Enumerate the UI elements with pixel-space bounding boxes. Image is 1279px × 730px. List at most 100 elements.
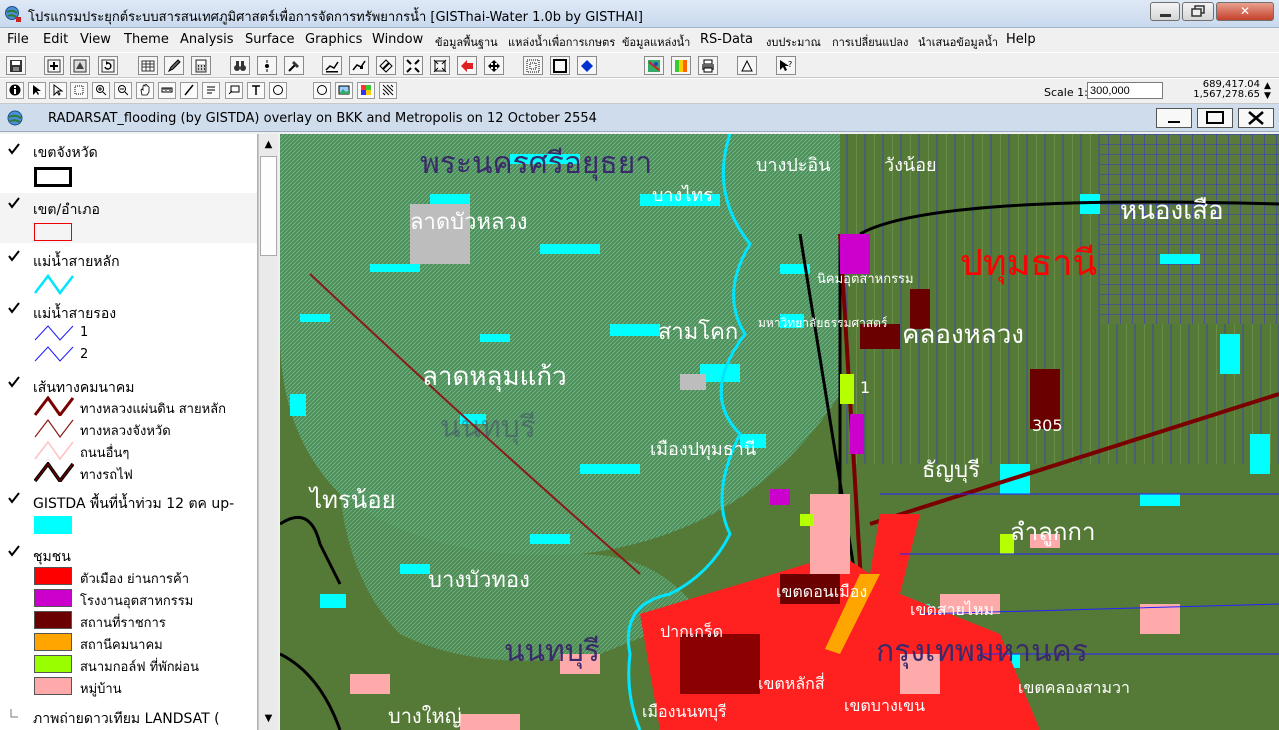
print-button[interactable] — [698, 56, 718, 75]
ellipse-icon — [317, 85, 327, 95]
help-pointer-button[interactable]: ? — [776, 56, 796, 75]
doc-minimize-button[interactable] — [1156, 108, 1192, 128]
hammer-button[interactable] — [284, 56, 304, 75]
map-view-button[interactable] — [644, 56, 664, 75]
draw-line-button[interactable] — [180, 82, 198, 99]
draw-circle-button[interactable] — [313, 82, 331, 99]
legend-layer-label: เขตจังหวัด — [33, 145, 98, 161]
other-road-swatch — [34, 440, 74, 460]
save-icon — [10, 60, 22, 72]
legend-layer-main-river[interactable]: แม่น้ำสายหลัก — [0, 248, 257, 298]
blue-diamond-button[interactable] — [577, 56, 597, 75]
menu-rs-data[interactable]: RS-Data — [700, 32, 753, 47]
close-button[interactable]: ✕ — [1216, 2, 1274, 21]
checkbox-checked-icon[interactable] — [8, 545, 20, 557]
checkbox-checked-icon[interactable] — [8, 197, 20, 209]
legend-layer-community[interactable]: ชุมชน ตัวเมือง ย่านการค้า โรงงานอุตสาหกร… — [0, 543, 257, 698]
back-button[interactable] — [457, 56, 477, 75]
zoom-fit-button[interactable] — [430, 56, 450, 75]
checkbox-checked-icon[interactable] — [8, 250, 20, 262]
menu-theme[interactable]: Theme — [124, 32, 169, 47]
image-button[interactable] — [335, 82, 353, 99]
checkbox-checked-icon[interactable] — [8, 376, 20, 388]
zoom-out-button[interactable] — [114, 82, 132, 99]
maximize-button[interactable] — [1182, 2, 1214, 21]
zoom-in-button[interactable] — [92, 82, 110, 99]
map-icon — [648, 60, 660, 72]
select-grid-button[interactable] — [523, 56, 543, 75]
pan-button[interactable] — [484, 56, 504, 75]
scroll-down-button[interactable]: ▼ — [260, 710, 277, 728]
save-button[interactable] — [6, 56, 26, 75]
callout-button[interactable] — [225, 82, 243, 99]
circle-button[interactable] — [269, 82, 287, 99]
edit-shape-2-button[interactable] — [349, 56, 369, 75]
measure-button[interactable] — [158, 82, 176, 99]
legend-layer-secondary-river[interactable]: แม่น้ำสายรอง 1 2 — [0, 300, 257, 366]
pointer-button[interactable] — [28, 82, 46, 99]
edit-shape-3-button[interactable] — [376, 56, 396, 75]
edit-tool-button[interactable] — [164, 56, 184, 75]
menu-graphics[interactable]: Graphics — [305, 32, 362, 47]
find-button[interactable] — [230, 56, 250, 75]
scroll-thumb[interactable] — [260, 156, 277, 256]
menu-basic-data[interactable]: ข้อมูลพื้นฐาน — [435, 33, 498, 51]
legend-layer-landsat[interactable]: ภาพถ่ายดาวเทียม LANDSAT ( — [0, 704, 257, 728]
menu-present-water[interactable]: นำเสนอข้อมูลน้ำ — [918, 33, 998, 51]
refresh-button[interactable] — [98, 56, 118, 75]
vertex-pointer-button[interactable] — [49, 82, 67, 99]
legend-item-label: หมู่บ้าน — [80, 682, 122, 697]
doc-close-button[interactable] — [1238, 108, 1274, 128]
label-button[interactable] — [202, 82, 220, 99]
select-rect-button[interactable] — [70, 82, 88, 99]
color-palette-button[interactable] — [671, 56, 691, 75]
crosshair-icon — [265, 60, 269, 72]
scroll-up-button[interactable]: ▲ — [260, 136, 277, 154]
map-canvas[interactable]: พระนครศรีอยุธยา บางปะอิน วังน้อย บางไทร … — [280, 134, 1279, 730]
menu-window[interactable]: Window — [372, 32, 423, 47]
text-button[interactable] — [247, 82, 265, 99]
menu-view[interactable]: View — [80, 32, 111, 47]
menu-help[interactable]: Help — [1006, 32, 1036, 47]
info-button[interactable] — [6, 82, 24, 99]
doc-maximize-button[interactable] — [1197, 108, 1233, 128]
pattern-button[interactable] — [379, 82, 397, 99]
table-button[interactable] — [138, 56, 158, 75]
menu-water-source[interactable]: ข้อมูลแหล่งน้ำ — [622, 33, 690, 51]
zoom-extent-button[interactable] — [403, 56, 423, 75]
legend-item-label: ทางหลวงแผ่นดิน สายหลัก — [80, 402, 227, 417]
frame-button[interactable] — [550, 56, 570, 75]
close-icon: ✕ — [1239, 4, 1251, 18]
pan-hand-button[interactable] — [136, 82, 154, 99]
menu-agri-water[interactable]: แหล่งน้ำเพื่อการเกษตร — [508, 33, 615, 51]
checkbox-unchecked-icon[interactable] — [8, 707, 20, 719]
menu-analysis[interactable]: Analysis — [180, 32, 234, 47]
locate-button[interactable] — [257, 56, 277, 75]
legend-scrollbar[interactable]: ▲ ▼ — [258, 134, 278, 730]
globe-app-icon — [5, 6, 21, 22]
legend-layer-transport[interactable]: เส้นทางคมนาคม ทางหลวงแผ่นดิน สายหลัก ทาง… — [0, 374, 257, 489]
theme-manager-button[interactable] — [70, 56, 90, 75]
menu-file[interactable]: File — [7, 32, 29, 47]
checkbox-checked-icon[interactable] — [8, 143, 20, 155]
checkbox-checked-icon[interactable] — [8, 302, 20, 314]
menu-surface[interactable]: Surface — [245, 32, 295, 47]
layout-button[interactable] — [737, 56, 757, 75]
legend-layer-province[interactable]: เขตจังหวัด — [0, 140, 257, 192]
close-icon — [1248, 111, 1264, 125]
legend-layer-flood[interactable]: GISTDA พื้นที่น้ำท่วม 12 ตค up- — [0, 489, 257, 539]
scale-input[interactable] — [1087, 82, 1163, 99]
checkbox-checked-icon[interactable] — [8, 492, 20, 504]
menu-budget[interactable]: งบประมาณ — [766, 33, 821, 51]
coord-spinner[interactable]: ▲ ▼ — [1264, 81, 1271, 101]
menu-edit[interactable]: Edit — [43, 32, 68, 47]
add-layer-button[interactable] — [44, 56, 64, 75]
grid-color-button[interactable] — [357, 82, 375, 99]
menu-change[interactable]: การเปลี่ยนแปลง — [832, 33, 908, 51]
village-swatch — [34, 677, 72, 695]
edit-vertex-icon — [352, 60, 366, 71]
edit-shape-1-button[interactable] — [322, 56, 342, 75]
minimize-button[interactable] — [1150, 2, 1180, 21]
calculator-button[interactable] — [191, 56, 211, 75]
legend-layer-district[interactable]: เขต/อำเภอ — [0, 193, 257, 243]
